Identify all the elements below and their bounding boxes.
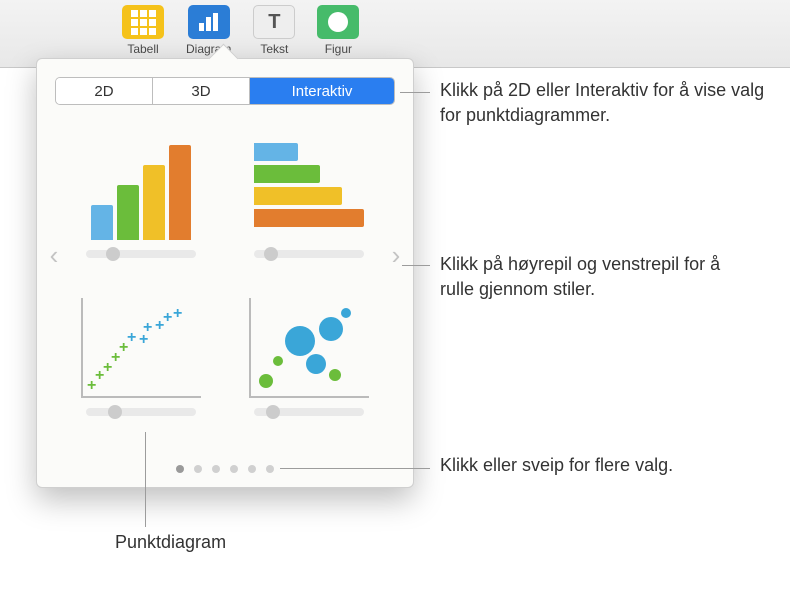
previous-style-arrow[interactable]: ‹ bbox=[39, 235, 69, 275]
style-slider[interactable] bbox=[254, 408, 364, 416]
style-slider[interactable] bbox=[86, 408, 196, 416]
table-icon bbox=[122, 5, 164, 39]
chart-type-segmented: 2D 3D Interaktiv bbox=[55, 77, 395, 105]
style-slider[interactable] bbox=[86, 250, 196, 258]
page-dots bbox=[37, 465, 413, 473]
chart-style-column[interactable] bbox=[72, 130, 210, 258]
toolbar-label-tabell: Tabell bbox=[127, 42, 158, 56]
chart-popover: 2D 3D Interaktiv ‹ › bbox=[36, 58, 414, 488]
chart-style-bubble[interactable] bbox=[240, 288, 378, 416]
next-style-arrow[interactable]: › bbox=[381, 235, 411, 275]
callout-line bbox=[280, 468, 430, 469]
text-icon: T bbox=[253, 5, 295, 39]
tab-3d[interactable]: 3D bbox=[153, 78, 250, 104]
callout-arrows: Klikk på høyrepil og venstrepil for å ru… bbox=[440, 252, 740, 302]
chevron-right-icon: › bbox=[392, 240, 401, 270]
chevron-left-icon: ‹ bbox=[50, 240, 59, 270]
callout-punktdiagram: Punktdiagram bbox=[115, 530, 226, 555]
shape-icon bbox=[317, 5, 359, 39]
page-dot[interactable] bbox=[194, 465, 202, 473]
chart-icon bbox=[188, 5, 230, 39]
toolbar-item-figur[interactable]: Figur bbox=[317, 5, 359, 56]
page-dot[interactable] bbox=[266, 465, 274, 473]
bar-chart-icon bbox=[244, 130, 374, 240]
chart-style-bar[interactable] bbox=[240, 130, 378, 258]
chart-style-scatter[interactable]: + + + + + + + + + + + bbox=[72, 288, 210, 416]
page-dot[interactable] bbox=[230, 465, 238, 473]
toolbar-item-tabell[interactable]: Tabell bbox=[122, 5, 164, 56]
toolbar-item-tekst[interactable]: T Tekst bbox=[253, 5, 295, 56]
callout-line bbox=[402, 265, 430, 266]
page-dot[interactable] bbox=[176, 465, 184, 473]
page-dot[interactable] bbox=[248, 465, 256, 473]
callout-dots: Klikk eller sveip for flere valg. bbox=[440, 453, 700, 478]
tab-interaktiv[interactable]: Interaktiv bbox=[250, 78, 394, 104]
toolbar-label-figur: Figur bbox=[325, 42, 352, 56]
callout-line bbox=[145, 432, 146, 527]
chart-style-area: ‹ › + + bbox=[37, 105, 413, 426]
page-dot[interactable] bbox=[212, 465, 220, 473]
style-slider[interactable] bbox=[254, 250, 364, 258]
callout-tabs: Klikk på 2D eller Interaktiv for å vise … bbox=[440, 78, 770, 128]
scatter-chart-icon: + + + + + + + + + + + bbox=[76, 288, 206, 398]
callout-line bbox=[400, 92, 430, 93]
tab-2d[interactable]: 2D bbox=[56, 78, 153, 104]
bubble-chart-icon bbox=[244, 288, 374, 398]
column-chart-icon bbox=[76, 130, 206, 240]
toolbar-label-tekst: Tekst bbox=[260, 42, 288, 56]
